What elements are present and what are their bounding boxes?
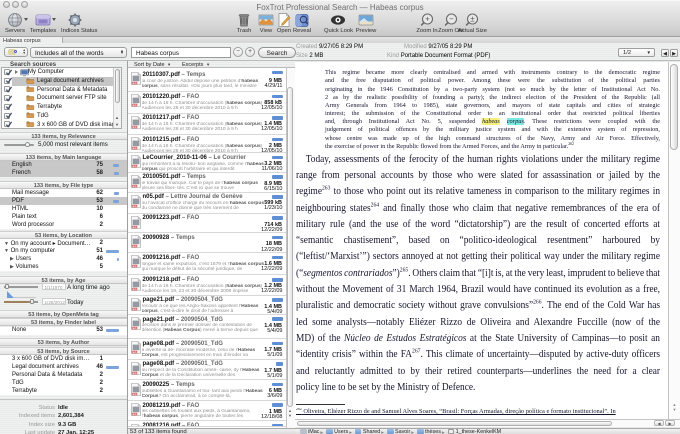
svg-text:PDF: PDF bbox=[132, 287, 138, 291]
svg-text:PDF: PDF bbox=[132, 264, 138, 268]
svg-text:−: − bbox=[449, 15, 454, 24]
svg-text:PDF: PDF bbox=[132, 244, 138, 248]
svg-text:PDF: PDF bbox=[132, 146, 138, 150]
svg-text:PDF: PDF bbox=[132, 125, 138, 129]
svg-text:PDF: PDF bbox=[132, 350, 138, 354]
svg-text:PDF: PDF bbox=[132, 103, 138, 107]
svg-text:±: ± bbox=[470, 15, 475, 24]
svg-text:PDF: PDF bbox=[132, 326, 138, 330]
svg-text:PDF: PDF bbox=[132, 225, 138, 229]
svg-text:PDF: PDF bbox=[132, 371, 138, 375]
svg-text:PDF: PDF bbox=[132, 204, 138, 208]
svg-text:PDF: PDF bbox=[132, 412, 138, 416]
svg-text:PDF: PDF bbox=[132, 184, 138, 188]
svg-text:PDF: PDF bbox=[132, 307, 138, 311]
svg-text:+: + bbox=[425, 15, 430, 24]
svg-text:PDF: PDF bbox=[132, 164, 138, 168]
svg-text:PDF: PDF bbox=[132, 81, 138, 85]
svg-text:PDF: PDF bbox=[132, 391, 138, 395]
